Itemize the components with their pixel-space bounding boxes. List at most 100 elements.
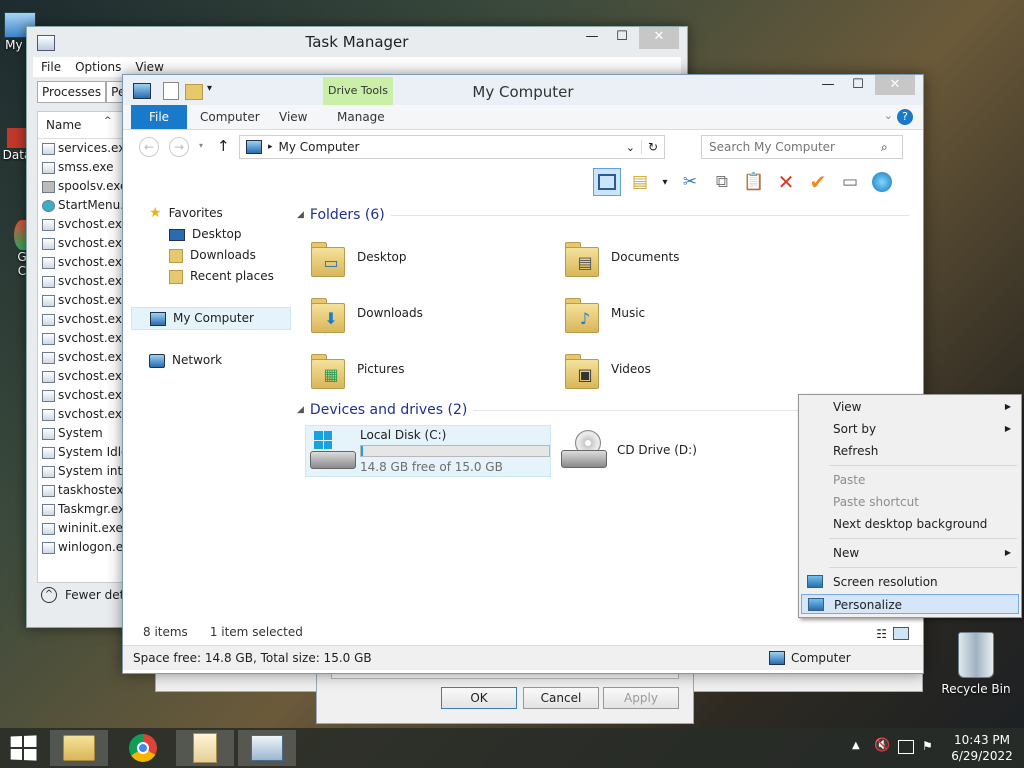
folder-item[interactable]: ▭ Desktop: [307, 231, 407, 283]
delete-icon[interactable]: ✕: [773, 169, 799, 195]
properties-button[interactable]: ▤: [627, 169, 653, 195]
cut-icon[interactable]: ✂: [677, 169, 703, 195]
process-row[interactable]: svchost.exe: [38, 215, 134, 234]
show-hidden-icons-button[interactable]: ▲: [852, 740, 860, 751]
large-icons-view-button[interactable]: [893, 627, 909, 640]
nav-network[interactable]: Network: [131, 350, 291, 371]
drive-item-c[interactable]: Local Disk (C:) 14.8 GB free of 15.0 GB: [305, 425, 551, 477]
process-row[interactable]: smss.exe: [38, 158, 134, 177]
tab-view[interactable]: View: [279, 105, 307, 129]
menu-item-next-background[interactable]: Next desktop background: [801, 514, 1019, 534]
back-button[interactable]: ←: [139, 137, 159, 157]
process-row[interactable]: spoolsv.exe: [38, 177, 134, 196]
process-row[interactable]: svchost.exe: [38, 253, 134, 272]
folder-item[interactable]: ♪ Music: [561, 287, 645, 339]
process-row[interactable]: svchost.exe: [38, 348, 134, 367]
process-row[interactable]: System: [38, 424, 134, 443]
nav-recent-places[interactable]: Recent places: [131, 266, 291, 287]
tab-computer[interactable]: Computer: [200, 105, 260, 129]
more-dropdown-icon[interactable]: ▾: [659, 169, 671, 195]
process-row[interactable]: svchost.exe: [38, 367, 134, 386]
preview-pane-button[interactable]: [593, 168, 621, 196]
nav-my-computer[interactable]: My Computer: [131, 307, 291, 330]
process-row[interactable]: Taskmgr.exe: [38, 500, 134, 519]
forward-button[interactable]: →: [169, 137, 189, 157]
search-box[interactable]: ⌕: [701, 135, 903, 159]
ribbon-expand-icon[interactable]: ⌄: [884, 109, 893, 122]
ok-button[interactable]: OK: [441, 687, 517, 709]
process-row[interactable]: StartMenu.ex: [38, 196, 134, 215]
taskbar-chrome[interactable]: [114, 730, 172, 766]
help-icon[interactable]: ?: [897, 109, 913, 125]
breadcrumb[interactable]: My Computer: [279, 140, 360, 154]
process-row[interactable]: svchost.exe: [38, 310, 134, 329]
checkmark-icon[interactable]: ✔: [805, 169, 831, 195]
apply-button[interactable]: Apply: [603, 687, 679, 709]
process-row[interactable]: wininit.exe: [38, 519, 134, 538]
column-header-name[interactable]: Name ^: [38, 112, 134, 139]
menu-item-sort-by[interactable]: Sort by ▶: [801, 419, 1019, 439]
cancel-button[interactable]: Cancel: [523, 687, 599, 709]
process-row[interactable]: svchost.exe: [38, 234, 134, 253]
close-button[interactable]: ✕: [875, 75, 915, 95]
address-bar[interactable]: ▸ My Computer ⌄ ↻: [239, 135, 665, 159]
process-row[interactable]: svchost.exe: [38, 291, 134, 310]
up-button[interactable]: ↑: [217, 137, 230, 155]
menu-item-new[interactable]: New ▶: [801, 543, 1019, 563]
tab-manage[interactable]: Manage: [337, 105, 385, 129]
drive-item-d[interactable]: CD Drive (D:): [561, 425, 697, 475]
desktop-icon-recycle-bin[interactable]: Recycle Bin: [938, 632, 1014, 696]
taskbar-explorer[interactable]: [50, 730, 108, 766]
process-row[interactable]: svchost.exe: [38, 386, 134, 405]
menu-item-paste-shortcut[interactable]: Paste shortcut: [801, 492, 1019, 512]
explorer-titlebar[interactable]: ▾ Drive Tools My Computer — ☐ ✕: [123, 75, 923, 105]
menu-item-view[interactable]: View ▶: [801, 397, 1019, 417]
menu-item-screen-resolution[interactable]: Screen resolution: [801, 572, 1019, 592]
taskbar-task-manager[interactable]: [238, 730, 296, 766]
nav-desktop[interactable]: Desktop: [131, 224, 291, 245]
minimize-button[interactable]: —: [577, 27, 607, 49]
process-row[interactable]: services.exe: [38, 139, 134, 158]
menu-options[interactable]: Options: [75, 57, 121, 77]
folder-item[interactable]: ▤ Documents: [561, 231, 679, 283]
refresh-icon[interactable]: ↻: [641, 140, 664, 154]
nav-downloads[interactable]: Downloads: [131, 245, 291, 266]
menu-item-personalize[interactable]: Personalize: [801, 594, 1019, 614]
clock[interactable]: 10:43 PM 6/29/2022: [944, 732, 1020, 764]
maximize-button[interactable]: ☐: [843, 75, 873, 95]
minimize-button[interactable]: —: [813, 75, 843, 95]
tab-processes[interactable]: Processes: [37, 81, 107, 103]
taskbar-notepad[interactable]: [176, 730, 234, 766]
maximize-button[interactable]: ☐: [607, 27, 637, 49]
close-button[interactable]: ✕: [639, 27, 679, 49]
nav-favorites[interactable]: ★ Favorites: [131, 203, 291, 224]
search-input[interactable]: [702, 139, 881, 155]
action-center-icon[interactable]: ⚑: [922, 739, 933, 753]
tab-file[interactable]: File: [131, 105, 187, 129]
menu-file[interactable]: File: [41, 57, 61, 77]
paste-icon[interactable]: 📋: [741, 169, 767, 195]
process-row[interactable]: svchost.exe: [38, 272, 134, 291]
copy-icon[interactable]: ⧉: [709, 169, 735, 195]
folder-item[interactable]: ▦ Pictures: [307, 343, 405, 395]
process-row[interactable]: svchost.exe: [38, 405, 134, 424]
recent-dropdown-icon[interactable]: ▾: [199, 141, 203, 150]
rename-icon[interactable]: ▭: [837, 169, 863, 195]
folder-item[interactable]: ⬇ Downloads: [307, 287, 423, 339]
folders-group-header[interactable]: ◢ Folders (6): [297, 207, 909, 223]
details-view-button[interactable]: ☷: [876, 627, 887, 641]
menu-item-paste[interactable]: Paste: [801, 470, 1019, 490]
volume-muted-icon[interactable]: 🔇: [874, 738, 890, 753]
start-button[interactable]: [10, 735, 37, 761]
menu-item-refresh[interactable]: Refresh: [801, 441, 1019, 461]
folder-item[interactable]: ▣ Videos: [561, 343, 651, 395]
search-icon[interactable]: ⌕: [881, 140, 888, 155]
shell-icon[interactable]: [869, 169, 895, 195]
address-dropdown-icon[interactable]: ⌄: [626, 141, 635, 154]
process-row[interactable]: System inter: [38, 462, 134, 481]
network-status-icon[interactable]: [898, 740, 914, 754]
process-row[interactable]: winlogon.ex: [38, 538, 134, 557]
process-row[interactable]: System Idle I: [38, 443, 134, 462]
process-row[interactable]: taskhostex.e: [38, 481, 134, 500]
process-row[interactable]: svchost.exe: [38, 329, 134, 348]
